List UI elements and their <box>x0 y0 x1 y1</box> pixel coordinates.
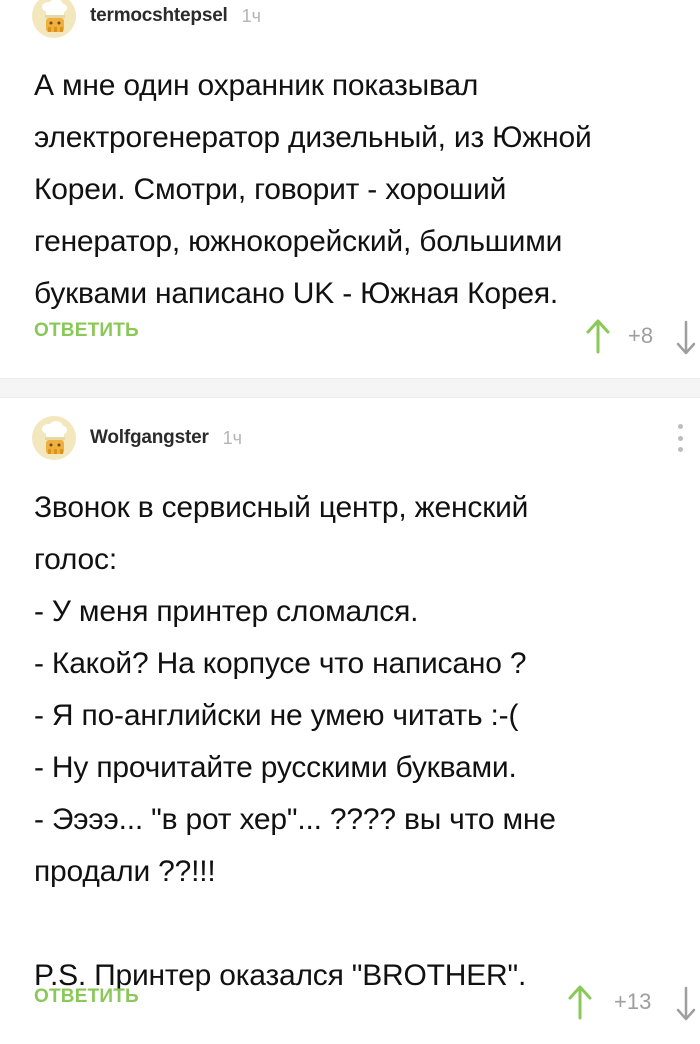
comment-divider <box>0 378 700 398</box>
more-dot <box>677 435 683 441</box>
comment-line: - Ну прочитайте русскими буквами. <box>34 751 517 784</box>
comment-body: Звонок в сервисный центр, женский голос:… <box>34 482 674 1002</box>
comment-line: А мне один охранник показывал <box>34 69 479 102</box>
comment-time: 1ч <box>241 5 262 26</box>
chef-avatar-icon <box>34 0 74 36</box>
reply-button[interactable]: ОТВЕТИТЬ <box>34 986 139 1008</box>
rating-count: +8 <box>628 323 654 348</box>
username[interactable]: Wolfgangster <box>90 427 209 449</box>
comment-line <box>34 898 674 950</box>
comment-line: - Какой? На корпусе что написано ? <box>34 647 527 680</box>
comment-line: Кореи. Смотри, говорит - хороший <box>34 173 507 206</box>
comment-body: А мне один охранник показывал электроген… <box>34 60 674 320</box>
arrow-down-icon[interactable] <box>674 320 698 356</box>
username[interactable]: termocshtepsel <box>90 5 228 27</box>
user-avatar[interactable] <box>32 416 76 460</box>
comment-line: генератор, южнокорейский, большими <box>34 225 563 258</box>
reply-button[interactable]: ОТВЕТИТЬ <box>34 320 139 342</box>
comment-line: электрогенератор дизельный, из Южной <box>34 121 592 154</box>
comment-footer: ОТВЕТИТЬ +13 <box>0 982 700 1022</box>
user-avatar[interactable] <box>32 0 76 38</box>
comment: termocshtepsel 1ч А мне один охранник по… <box>0 0 700 378</box>
arrow-up-icon[interactable] <box>566 984 594 1020</box>
chef-avatar-icon <box>34 418 74 458</box>
more-dot <box>677 424 683 429</box>
comment-line: - Я по-английски не умею читать :-( <box>34 699 519 732</box>
comment-line: - Ээээ... "в рот хер"... ???? вы что мне <box>34 803 556 836</box>
comment-line: продали ??!!! <box>34 855 216 888</box>
comment-line: Звонок в сервисный центр, женский <box>34 491 529 524</box>
comment-line: - У меня принтер сломался. <box>34 595 419 628</box>
comments-page: termocshtepsel 1ч А мне один охранник по… <box>0 0 700 1044</box>
more-vertical-icon[interactable] <box>670 420 690 456</box>
arrow-down-icon[interactable] <box>674 986 698 1022</box>
rating-count: +13 <box>614 989 652 1014</box>
comment-line: буквами написано UK - Южная Корея. <box>34 277 559 310</box>
comment-header: termocshtepsel 1ч <box>32 0 261 38</box>
more-dot <box>677 447 683 452</box>
comment: Wolfgangster 1ч Звонок в сервисный центр… <box>0 398 700 1044</box>
arrow-up-icon[interactable] <box>584 318 612 354</box>
comment-header: Wolfgangster 1ч <box>32 416 242 460</box>
comment-footer: ОТВЕТИТЬ +8 <box>0 316 700 356</box>
comment-line: голос: <box>34 543 117 576</box>
comment-time: 1ч <box>222 427 243 448</box>
